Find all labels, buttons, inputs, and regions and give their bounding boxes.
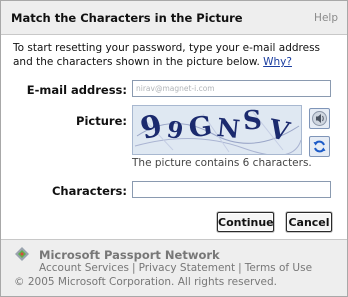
help-link[interactable]: Help [314, 12, 338, 24]
dialog-title: Match the Characters in the Picture [11, 11, 243, 25]
continue-button[interactable]: Continue [217, 212, 274, 232]
dialog-header: Match the Characters in the Picture Help [1, 1, 347, 35]
refresh-icon [313, 140, 326, 153]
characters-label: Characters: [51, 184, 127, 198]
footer-brand: Microsoft Passport Network [39, 248, 220, 262]
why-link[interactable]: Why? [263, 56, 292, 68]
footer-copyright: © 2005 Microsoft Corporation. All rights… [14, 276, 278, 288]
characters-field[interactable] [132, 181, 331, 198]
captcha-char-4: N [215, 112, 242, 145]
picture-label: Picture: [76, 114, 127, 128]
captcha-char-3: G [186, 110, 215, 145]
cancel-button[interactable]: Cancel [286, 212, 332, 232]
audio-button[interactable] [309, 108, 330, 129]
privacy-statement-link[interactable]: Privacy Statement [139, 262, 236, 274]
password-reset-dialog: Match the Characters in the Picture Help… [0, 0, 348, 297]
picture-caption: The picture contains 6 characters. [132, 157, 312, 169]
passport-logo-icon [15, 247, 29, 261]
speaker-icon [312, 111, 327, 126]
footer-separator: | [238, 262, 242, 274]
email-label: E-mail address: [26, 83, 127, 97]
account-services-link[interactable]: Account Services [39, 262, 129, 274]
captcha-image: 9 9 G N S V [132, 105, 302, 155]
footer-separator: | [132, 262, 136, 274]
intro-text: To start resetting your password, type y… [13, 41, 339, 69]
terms-of-use-link[interactable]: Terms of Use [245, 262, 312, 274]
refresh-button[interactable] [309, 136, 330, 157]
email-field[interactable] [132, 80, 331, 97]
captcha-char-5: S [241, 105, 263, 137]
dialog-footer: Microsoft Passport Network Account Servi… [1, 239, 347, 296]
footer-links: Account Services | Privacy Statement | Terms… [39, 262, 312, 274]
